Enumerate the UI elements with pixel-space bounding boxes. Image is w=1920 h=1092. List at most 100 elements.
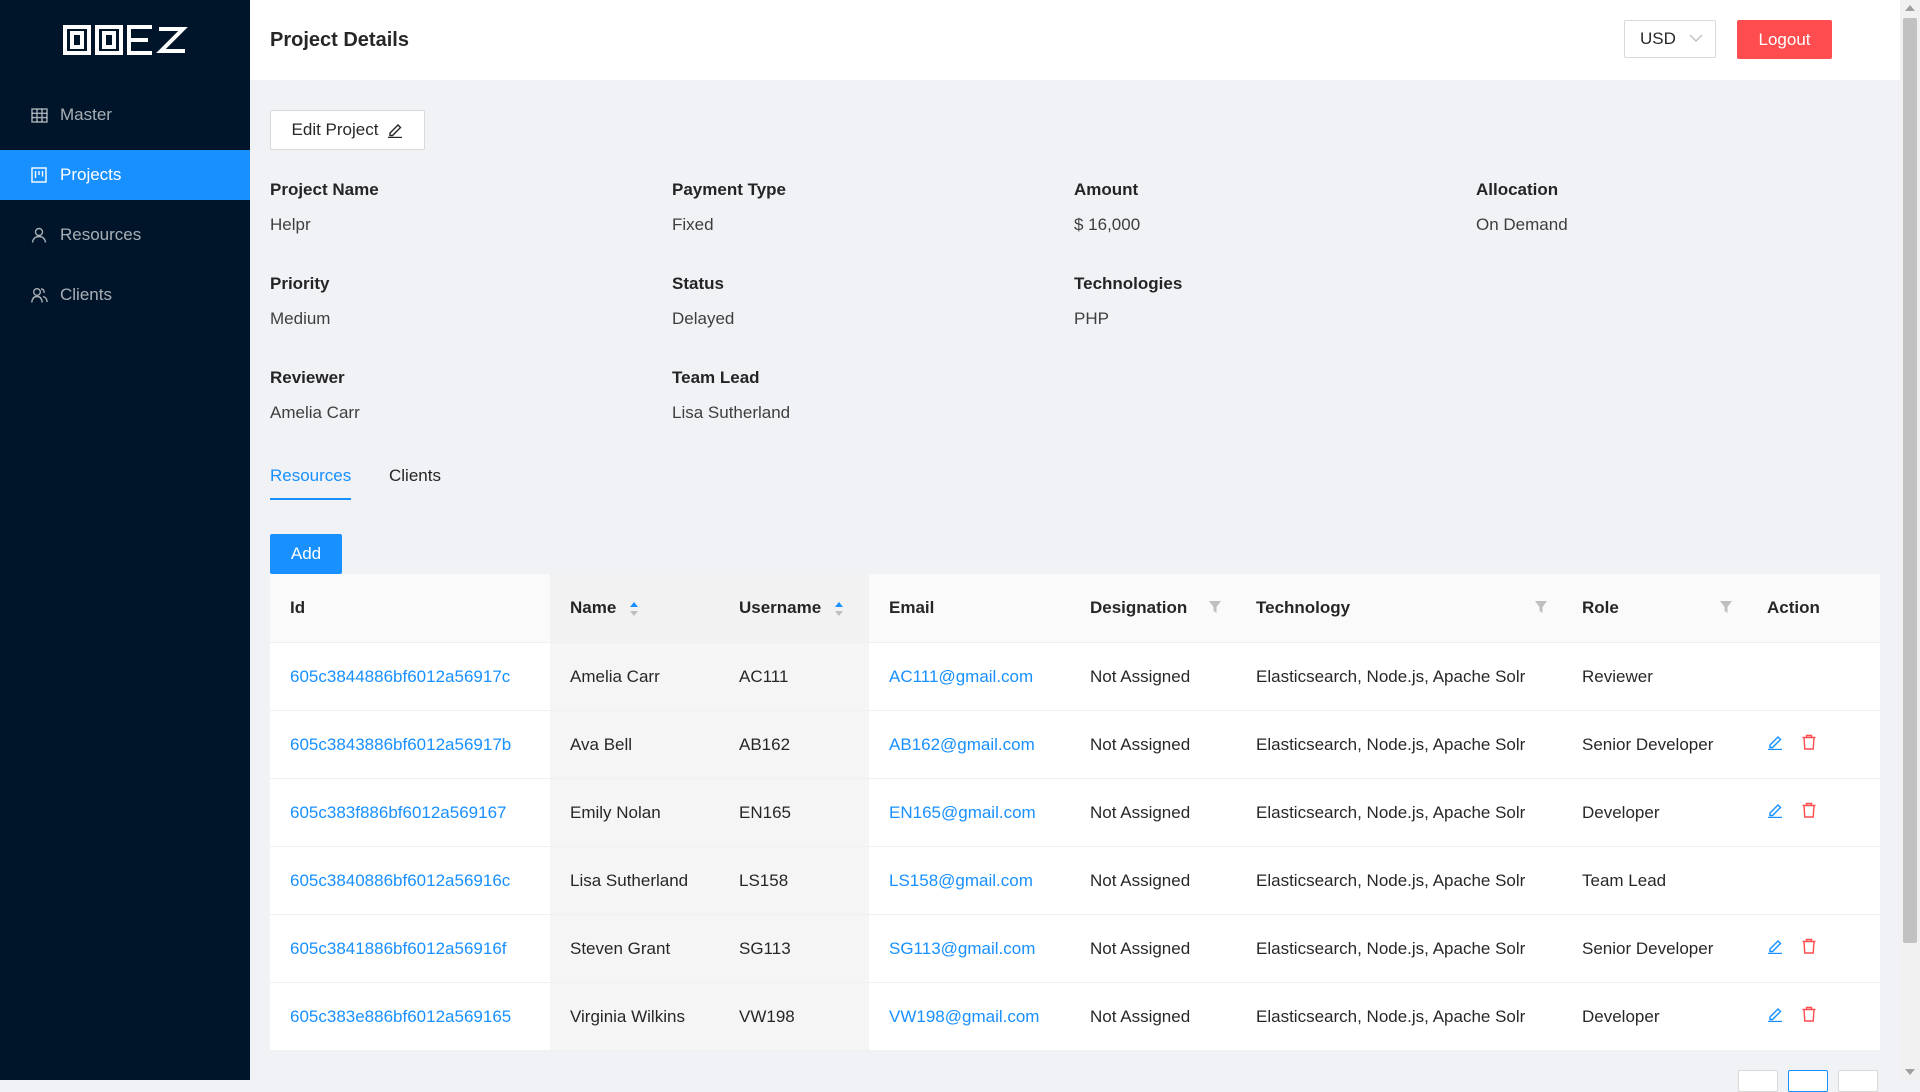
- resource-id-link[interactable]: 605c3843886bf6012a56917b: [290, 735, 511, 754]
- cell-action: [1747, 914, 1880, 983]
- email-link[interactable]: LS158@gmail.com: [889, 871, 1033, 890]
- cell-technology: Elasticsearch, Node.js, Apache Solr: [1236, 778, 1562, 847]
- edit-icon: [388, 124, 403, 138]
- currency-select[interactable]: USD: [1624, 20, 1716, 58]
- column-label: Id: [290, 598, 306, 617]
- edit-icon[interactable]: [1767, 802, 1783, 818]
- tab-clients[interactable]: Clients: [389, 466, 441, 498]
- sidebar-item-resources[interactable]: Resources: [0, 210, 250, 260]
- sidebar-item-label: Projects: [60, 165, 122, 184]
- column-label: Action: [1767, 598, 1820, 617]
- column-header-id: Id: [270, 574, 550, 643]
- scroll-up-arrow-icon[interactable]: [1905, 5, 1915, 11]
- scroll-down-arrow-icon[interactable]: [1905, 1069, 1915, 1075]
- column-header-name[interactable]: Name: [550, 574, 719, 643]
- filter-icon[interactable]: [1719, 600, 1733, 614]
- sidebar-item-clients[interactable]: Clients: [0, 270, 250, 320]
- table-row: 605c3840886bf6012a56916c Lisa Sutherland…: [270, 846, 1880, 915]
- filter-icon[interactable]: [1534, 600, 1548, 614]
- field-team-lead: Team Lead Lisa Sutherland: [672, 368, 1052, 423]
- tab-resources[interactable]: Resources: [270, 466, 352, 500]
- cell-role: Senior Developer: [1562, 914, 1747, 983]
- resource-id-link[interactable]: 605c3844886bf6012a56917c: [290, 667, 510, 686]
- scrollbar-thumb[interactable]: [1903, 18, 1917, 943]
- sidebar-item-label: Clients: [60, 285, 112, 304]
- filter-icon[interactable]: [1208, 600, 1222, 614]
- delete-icon[interactable]: [1801, 1006, 1817, 1022]
- edit-project-button[interactable]: Edit Project: [270, 110, 425, 150]
- delete-icon[interactable]: [1801, 938, 1817, 954]
- field-value: Delayed: [672, 309, 735, 328]
- field-value: Helpr: [270, 215, 311, 234]
- resource-id-link[interactable]: 605c3841886bf6012a56916f: [290, 939, 507, 958]
- field-label: Allocation: [1476, 180, 1559, 199]
- sidebar-item-projects[interactable]: Projects: [0, 150, 250, 200]
- cell-username: SG113: [719, 914, 869, 983]
- chevron-down-icon: [1689, 34, 1703, 42]
- field-value: On Demand: [1476, 215, 1568, 234]
- pagination-prev[interactable]: [1738, 1070, 1778, 1092]
- field-label: Reviewer: [270, 368, 345, 387]
- cell-technology: Elasticsearch, Node.js, Apache Solr: [1236, 846, 1562, 915]
- edit-icon[interactable]: [1767, 938, 1783, 954]
- logout-button[interactable]: Logout: [1737, 20, 1832, 59]
- pagination-next[interactable]: [1838, 1070, 1878, 1092]
- field-payment-type: Payment Type Fixed: [672, 180, 1052, 235]
- edit-icon[interactable]: [1767, 1006, 1783, 1022]
- cell-name: Emily Nolan: [550, 778, 719, 847]
- add-resource-button[interactable]: Add: [270, 534, 342, 574]
- field-project-name: Project Name Helpr: [270, 180, 650, 235]
- delete-icon[interactable]: [1801, 802, 1817, 818]
- cell-username: AB162: [719, 710, 869, 779]
- delete-icon[interactable]: [1801, 734, 1817, 750]
- sidebar-item-master[interactable]: Master: [0, 90, 250, 140]
- field-value: Amelia Carr: [270, 403, 360, 422]
- cell-name: Virginia Wilkins: [550, 982, 719, 1051]
- resource-id-link[interactable]: 605c383e886bf6012a569165: [290, 1007, 511, 1026]
- field-value: Lisa Sutherland: [672, 403, 791, 422]
- resource-id-link[interactable]: 605c383f886bf6012a569167: [290, 803, 507, 822]
- column-header-email: Email: [869, 574, 1070, 643]
- cell-technology: Elasticsearch, Node.js, Apache Solr: [1236, 914, 1562, 983]
- tab-bar: Resources Clients: [270, 466, 1880, 500]
- column-header-designation: Designation: [1070, 574, 1236, 643]
- email-link[interactable]: AC111@gmail.com: [889, 667, 1033, 686]
- table-row: 605c3843886bf6012a56917b Ava Bell AB162 …: [270, 710, 1880, 779]
- page-title: Project Details: [270, 28, 409, 51]
- table-header-row: Id Name Username Email Designation Techn…: [270, 574, 1880, 643]
- sidebar: Master Projects Resources Clients: [0, 0, 250, 1080]
- cell-username: VW198: [719, 982, 869, 1051]
- column-label: Role: [1582, 598, 1619, 617]
- cell-role: Developer: [1562, 778, 1747, 847]
- main-content: Edit Project Project Name Helpr Payment …: [250, 80, 1900, 1092]
- edit-icon[interactable]: [1767, 734, 1783, 750]
- cell-username: AC111: [719, 642, 869, 711]
- field-label: Priority: [270, 274, 330, 293]
- pagination-page[interactable]: [1788, 1070, 1828, 1092]
- app-logo[interactable]: [0, 0, 250, 80]
- field-value: Fixed: [672, 215, 714, 234]
- page-scrollbar[interactable]: [1900, 0, 1920, 1080]
- email-link[interactable]: AB162@gmail.com: [889, 735, 1035, 754]
- field-technologies: Technologies PHP: [1074, 274, 1454, 329]
- sidebar-item-label: Resources: [60, 225, 142, 244]
- cell-name: Ava Bell: [550, 710, 719, 779]
- sort-icon[interactable]: [834, 601, 844, 617]
- resource-id-link[interactable]: 605c3840886bf6012a56916c: [290, 871, 510, 890]
- email-link[interactable]: VW198@gmail.com: [889, 1007, 1039, 1026]
- field-value: PHP: [1074, 309, 1109, 328]
- currency-value: USD: [1640, 29, 1676, 48]
- cell-designation: Not Assigned: [1070, 846, 1236, 915]
- sort-icon[interactable]: [629, 601, 639, 617]
- cell-designation: Not Assigned: [1070, 710, 1236, 779]
- cell-username: EN165: [719, 778, 869, 847]
- project-icon: [30, 166, 48, 184]
- column-header-username[interactable]: Username: [719, 574, 869, 643]
- field-priority: Priority Medium: [270, 274, 650, 329]
- email-link[interactable]: EN165@gmail.com: [889, 803, 1036, 822]
- field-label: Team Lead: [672, 368, 760, 387]
- email-link[interactable]: SG113@gmail.com: [889, 939, 1035, 958]
- top-header: Project Details USD Logout: [250, 0, 1900, 80]
- field-label: Project Name: [270, 180, 379, 199]
- table-icon: [30, 106, 48, 124]
